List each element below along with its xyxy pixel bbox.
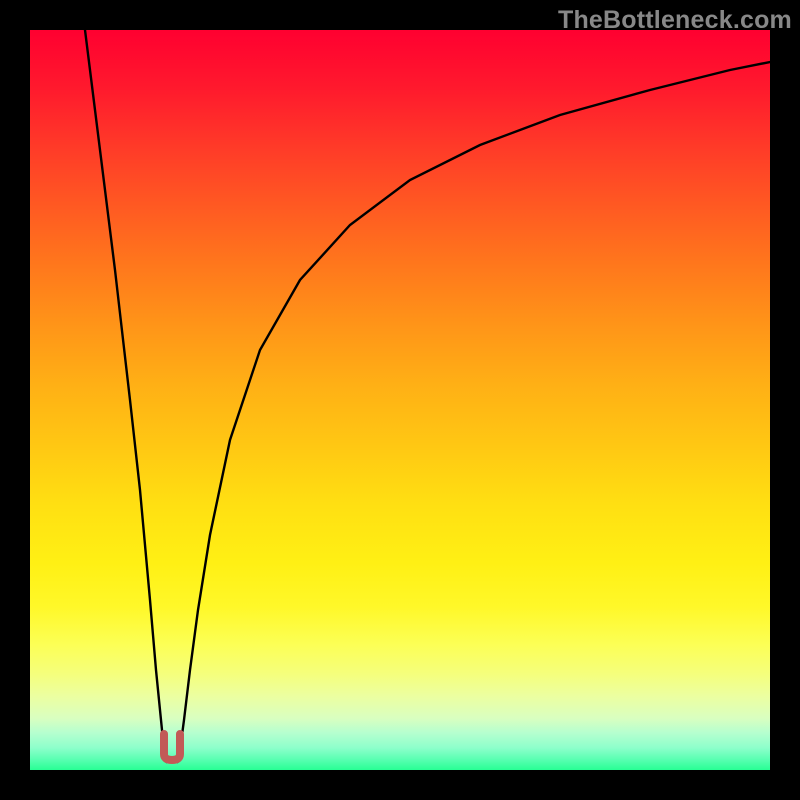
chart-container: TheBottleneck.com [0,0,800,800]
curve-layer [30,30,770,770]
curve-left-branch [85,30,167,762]
minimum-marker [164,734,180,760]
curve-right-branch [178,62,771,762]
plot-area [30,30,770,770]
